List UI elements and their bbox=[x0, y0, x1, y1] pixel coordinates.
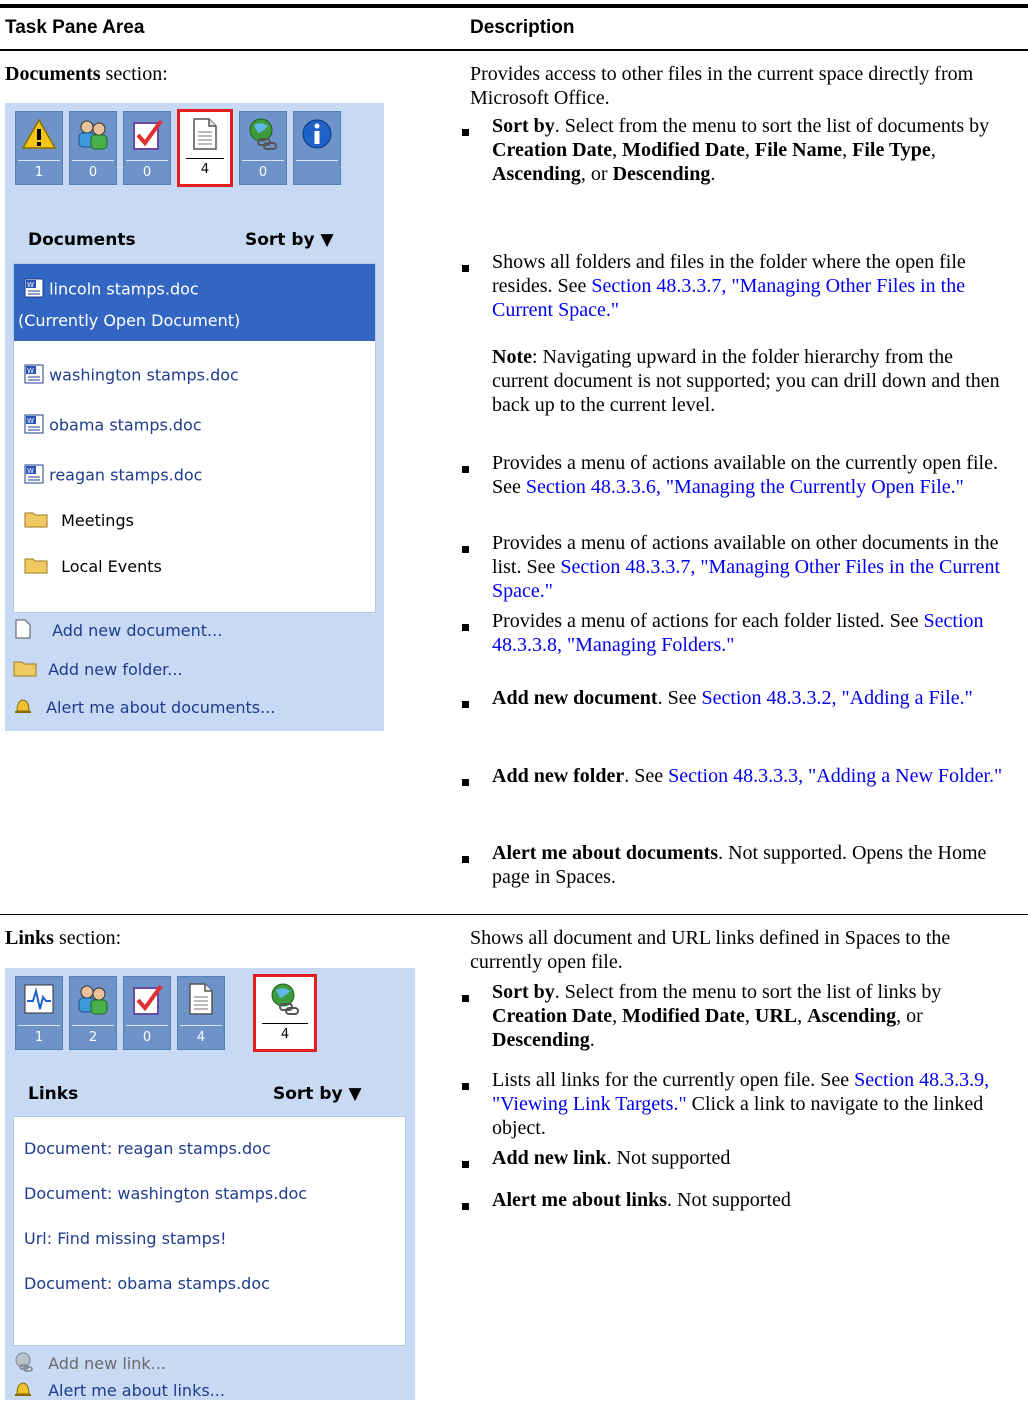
document-icon bbox=[183, 981, 219, 1017]
warning-tab[interactable]: 1 bbox=[15, 111, 63, 185]
bell-icon bbox=[13, 697, 33, 719]
section-48-3-3-2-link[interactable]: Section 48.3.3.2, "Adding a File." bbox=[701, 687, 972, 709]
info-tab[interactable] bbox=[293, 111, 341, 185]
folder-icon bbox=[24, 556, 48, 578]
alert-me-links-link[interactable]: Alert me about links... bbox=[13, 1380, 225, 1402]
document-count: 4 bbox=[200, 162, 210, 177]
link-tab[interactable]: 4 bbox=[253, 974, 317, 1052]
link-item[interactable]: Document: reagan stamps.doc bbox=[24, 1139, 271, 1158]
section-48-3-3-7-link-2[interactable]: Section 48.3.3.7, "Managing Other Files … bbox=[492, 556, 1000, 602]
link-item[interactable]: Document: obama stamps.doc bbox=[24, 1274, 270, 1293]
documents-sort-by[interactable]: Sort by ▼ bbox=[245, 230, 334, 250]
documents-row-label: Documents section: bbox=[5, 63, 168, 85]
tasks-tab[interactable]: 0 bbox=[123, 976, 171, 1050]
folder-icon bbox=[13, 659, 37, 681]
activity-count: 1 bbox=[34, 1030, 44, 1045]
word-doc-icon: W bbox=[24, 414, 44, 438]
document-page: Task Pane Area Description Documents sec… bbox=[0, 0, 1028, 1412]
tasks-count: 0 bbox=[142, 1030, 152, 1045]
selected-document-name: lincoln stamps.doc bbox=[49, 279, 199, 299]
links-row-label: Links section: bbox=[5, 927, 122, 949]
info-icon bbox=[299, 116, 335, 152]
document-item-name: washington stamps.doc bbox=[49, 365, 239, 385]
link-count: 0 bbox=[258, 165, 268, 180]
document-tab[interactable]: 4 bbox=[177, 976, 225, 1050]
link-count: 4 bbox=[280, 1027, 290, 1042]
people-count: 2 bbox=[88, 1030, 98, 1045]
warning-count: 1 bbox=[34, 165, 44, 180]
document-icon bbox=[187, 116, 223, 152]
word-doc-icon: W bbox=[24, 464, 44, 488]
documents-icon-bar: 1 0 0 4 0 bbox=[5, 103, 384, 189]
tasks-tab[interactable]: 0 bbox=[123, 111, 171, 185]
new-document-icon bbox=[13, 619, 33, 643]
col2-header: Description bbox=[470, 17, 575, 38]
document-item-name: reagan stamps.doc bbox=[49, 465, 203, 485]
section-48-3-3-3-link[interactable]: Section 48.3.3.3, "Adding a New Folder." bbox=[668, 765, 1002, 787]
document-count: 4 bbox=[196, 1030, 206, 1045]
folder-item-name: Local Events bbox=[61, 556, 162, 576]
documents-intro: Provides access to other files in the cu… bbox=[470, 63, 974, 109]
word-doc-icon: W bbox=[24, 364, 44, 388]
document-tab[interactable]: 4 bbox=[177, 109, 233, 187]
document-item[interactable]: W reagan stamps.doc bbox=[24, 464, 202, 488]
documents-note: Note: Navigating upward in the folder hi… bbox=[492, 346, 1000, 416]
add-new-document-link[interactable]: Add new document... bbox=[13, 619, 222, 643]
links-list: Document: reagan stamps.doc Document: wa… bbox=[13, 1116, 406, 1346]
link-item[interactable]: Document: washington stamps.doc bbox=[24, 1184, 307, 1203]
warning-icon bbox=[21, 116, 57, 152]
tasks-icon bbox=[129, 116, 165, 152]
tasks-icon bbox=[129, 981, 165, 1017]
svg-text:W: W bbox=[27, 467, 34, 475]
info-count bbox=[294, 164, 340, 182]
folder-item[interactable]: Local Events bbox=[24, 556, 162, 578]
documents-title: Documents bbox=[28, 230, 136, 250]
people-tab[interactable]: 0 bbox=[69, 111, 117, 185]
link-item[interactable]: Url: Find missing stamps! bbox=[24, 1229, 227, 1248]
document-item[interactable]: W obama stamps.doc bbox=[24, 414, 202, 438]
document-item[interactable]: W washington stamps.doc bbox=[24, 364, 239, 388]
currently-open-note: (Currently Open Document) bbox=[18, 311, 241, 330]
row-divider bbox=[0, 914, 1028, 915]
svg-text:W: W bbox=[27, 367, 34, 375]
folder-icon bbox=[24, 510, 48, 532]
links-title: Links bbox=[28, 1084, 79, 1104]
section-48-3-3-6-link[interactable]: Section 48.3.3.6, "Managing the Currentl… bbox=[526, 476, 964, 498]
people-icon bbox=[75, 116, 111, 152]
tasks-count: 0 bbox=[142, 165, 152, 180]
add-new-folder-link[interactable]: Add new folder... bbox=[13, 659, 183, 681]
folder-item[interactable]: Meetings bbox=[24, 510, 134, 532]
header-rule bbox=[0, 49, 1028, 51]
svg-text:W: W bbox=[27, 417, 34, 425]
svg-text:W: W bbox=[27, 281, 34, 289]
people-tab[interactable]: 2 bbox=[69, 976, 117, 1050]
links-icon-bar: 1 2 0 4 4 bbox=[5, 968, 415, 1054]
links-sort-by[interactable]: Sort by ▼ bbox=[273, 1084, 362, 1104]
alert-me-documents-link[interactable]: Alert me about documents... bbox=[13, 697, 275, 719]
link-icon bbox=[267, 981, 303, 1017]
activity-icon bbox=[21, 981, 57, 1017]
add-new-link-link[interactable]: Add new link... bbox=[13, 1352, 166, 1376]
word-doc-icon: W bbox=[24, 278, 44, 302]
bell-icon bbox=[13, 1380, 33, 1402]
people-icon bbox=[75, 981, 111, 1017]
link-icon bbox=[13, 1352, 35, 1376]
folder-item-name: Meetings bbox=[61, 510, 134, 530]
link-icon bbox=[245, 116, 281, 152]
documents-list: W lincoln stamps.doc (Currently Open Doc… bbox=[13, 263, 376, 613]
top-rule bbox=[0, 4, 1028, 8]
documents-task-pane: 1 0 0 4 0 Documents Sort by ▼ W lincoln … bbox=[5, 103, 384, 731]
activity-tab[interactable]: 1 bbox=[15, 976, 63, 1050]
links-intro: Shows all document and URL links defined… bbox=[470, 927, 951, 973]
links-task-pane: 1 2 0 4 4 Links Sort by ▼ Document: reag… bbox=[5, 968, 415, 1400]
document-item-name: obama stamps.doc bbox=[49, 415, 202, 435]
col1-header: Task Pane Area bbox=[5, 17, 145, 38]
selected-document-row[interactable]: W lincoln stamps.doc (Currently Open Doc… bbox=[14, 264, 375, 341]
link-tab[interactable]: 0 bbox=[239, 111, 287, 185]
people-count: 0 bbox=[88, 165, 98, 180]
